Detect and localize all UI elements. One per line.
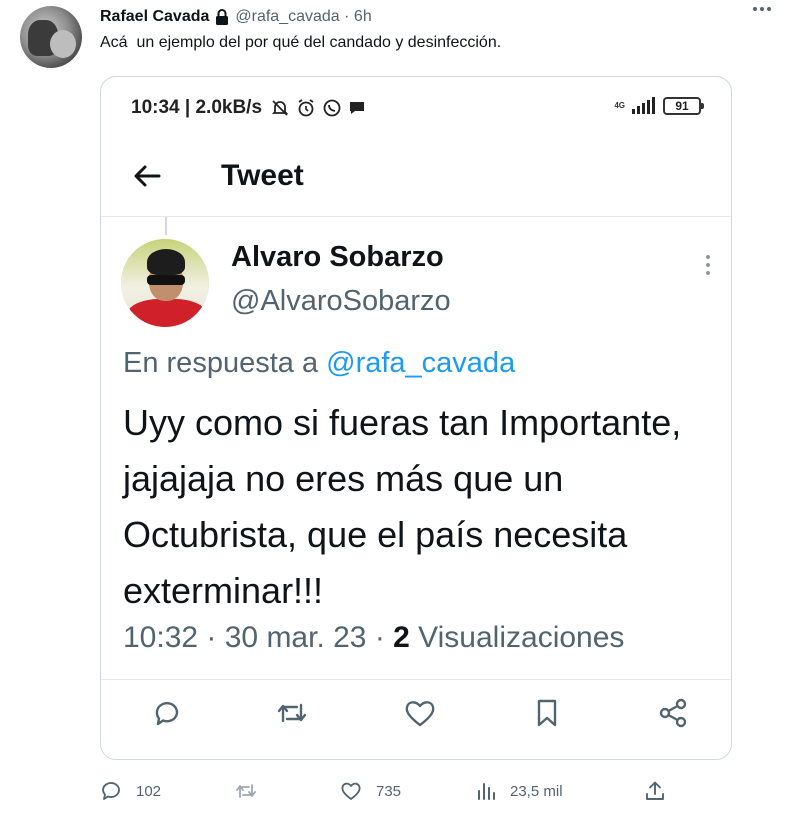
quoted-author-avatar xyxy=(121,239,209,327)
status-icons xyxy=(270,98,366,118)
tweet-header: Rafael Cavada @rafa_cavada · 6h xyxy=(100,6,372,28)
bell-off-icon xyxy=(271,100,289,116)
heart-icon xyxy=(340,780,362,802)
more-vertical-icon xyxy=(705,253,711,277)
quoted-views-count: 2 xyxy=(393,621,410,654)
quoted-time-date: 10:32 · 30 mar. 23 · xyxy=(123,621,394,654)
bookmark-icon xyxy=(531,697,567,733)
bar-chart-icon xyxy=(476,781,496,801)
quoted-views-label: Visualizaciones xyxy=(409,621,625,654)
author-avatar[interactable] xyxy=(20,6,82,68)
avatar-shirt xyxy=(127,299,207,327)
views-button[interactable]: 23,5 mil xyxy=(476,776,563,806)
retweet-button[interactable] xyxy=(234,776,272,806)
status-text: 10:34 | 2.0kB/s xyxy=(131,97,366,119)
alarm-icon xyxy=(298,99,314,117)
avatar-shape xyxy=(50,30,76,58)
quoted-tweet-text: Uyy como si fueras tan Importante, jajaj… xyxy=(123,402,682,611)
retweet-icon xyxy=(275,697,311,733)
heart-icon xyxy=(403,697,439,733)
tweet-text: Acá un ejemplo del por qué del candado y… xyxy=(100,34,502,51)
reply-prefix: En respuesta a xyxy=(123,347,319,379)
signal-icon xyxy=(632,97,655,114)
tweet-nav-bar: Tweet xyxy=(101,137,731,217)
attached-image[interactable]: 10:34 | 2.0kB/s 4G 91 Tweet Alvaro Sobar… xyxy=(100,76,732,760)
reply-handle: @rafa_cavada xyxy=(326,347,516,379)
quoted-author-handle: @AlvaroSobarzo xyxy=(231,285,451,317)
more-horizontal-icon[interactable] xyxy=(752,6,772,12)
author-handle-time[interactable]: @rafa_cavada · 6h xyxy=(235,8,371,26)
network-label: 4G xyxy=(614,101,625,110)
avatar-sunglasses xyxy=(147,275,185,285)
quoted-action-bar xyxy=(101,697,731,737)
reply-count: 102 xyxy=(136,782,162,800)
view-count: 23,5 mil xyxy=(510,782,563,800)
status-right: 4G 91 xyxy=(614,97,704,115)
share-button[interactable] xyxy=(644,776,666,806)
avatar-hair xyxy=(147,249,185,275)
reply-button[interactable]: 102 xyxy=(100,776,161,806)
like-button[interactable]: 735 xyxy=(340,776,401,806)
status-time: 10:34 | 2.0kB/s xyxy=(131,97,263,118)
lock-icon xyxy=(215,9,229,25)
thread-line xyxy=(165,217,167,235)
quoted-author-name: Alvaro Sobarzo xyxy=(231,241,444,273)
author-name[interactable]: Rafael Cavada xyxy=(100,8,209,26)
retweet-icon xyxy=(234,780,258,802)
nav-title: Tweet xyxy=(221,159,304,192)
like-count: 735 xyxy=(376,782,402,800)
chat-icon xyxy=(350,102,365,114)
reply-icon xyxy=(100,780,122,802)
quoted-tweet-meta: 10:32 · 30 mar. 23 · 2 Visualizaciones xyxy=(123,621,624,655)
back-arrow-icon[interactable] xyxy=(131,159,165,193)
phone-status-bar: 10:34 | 2.0kB/s 4G 91 xyxy=(101,77,731,137)
tweet-action-bar: 102 735 23,5 mil xyxy=(100,776,680,806)
share-icon xyxy=(657,697,693,733)
share-icon xyxy=(644,780,666,802)
reply-context: En respuesta a @rafa_cavada xyxy=(123,347,515,380)
divider xyxy=(101,679,731,680)
whatsapp-icon xyxy=(323,99,341,117)
reply-icon xyxy=(151,697,187,733)
battery-indicator: 91 xyxy=(663,97,704,115)
